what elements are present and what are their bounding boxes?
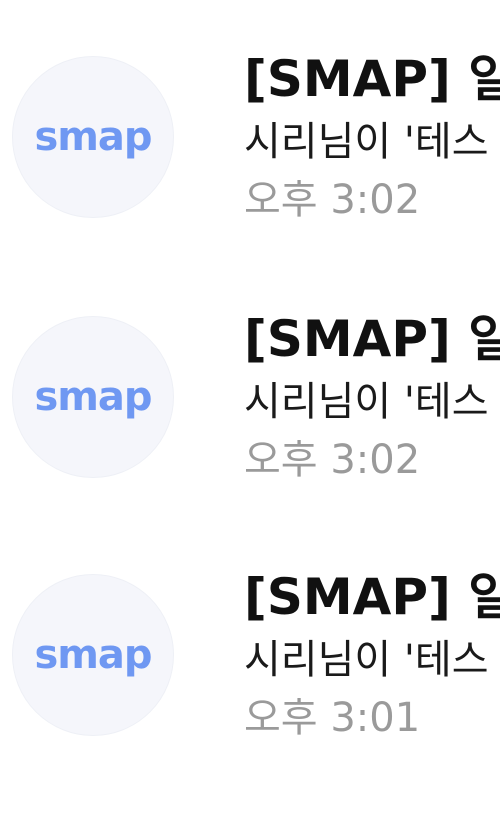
notification-item[interactable]: smap [SMAP] 일 시리님이 '테스 오후 3:01 — [0, 518, 500, 748]
notification-list: smap [SMAP] 일 시리님이 '테스 오후 3:02 smap [SMA… — [0, 0, 500, 831]
notification-body: 시리님이 '테스 — [244, 637, 489, 683]
notification-time: 오후 3:01 — [244, 695, 421, 741]
smap-logo-icon: smap — [34, 374, 152, 420]
avatar: smap — [12, 56, 174, 218]
avatar: smap — [12, 574, 174, 736]
avatar: smap — [12, 316, 174, 478]
notification-title: [SMAP] 일 — [244, 568, 500, 626]
smap-logo-icon: smap — [34, 114, 152, 160]
notification-time: 오후 3:02 — [244, 177, 421, 223]
notification-title: [SMAP] 일 — [244, 310, 500, 368]
notification-title: [SMAP] 일 — [244, 50, 500, 108]
notification-item[interactable]: smap [SMAP] 일 시리님이 '테스 오후 3:02 — [0, 0, 500, 230]
notification-time: 오후 3:02 — [244, 437, 421, 483]
notification-body: 시리님이 '테스 — [244, 379, 489, 425]
notification-body: 시리님이 '테스 — [244, 119, 489, 165]
notification-item[interactable]: smap [SMAP] 일 시리님이 '테스 오후 3:02 — [0, 260, 500, 490]
smap-logo-icon: smap — [34, 632, 152, 678]
